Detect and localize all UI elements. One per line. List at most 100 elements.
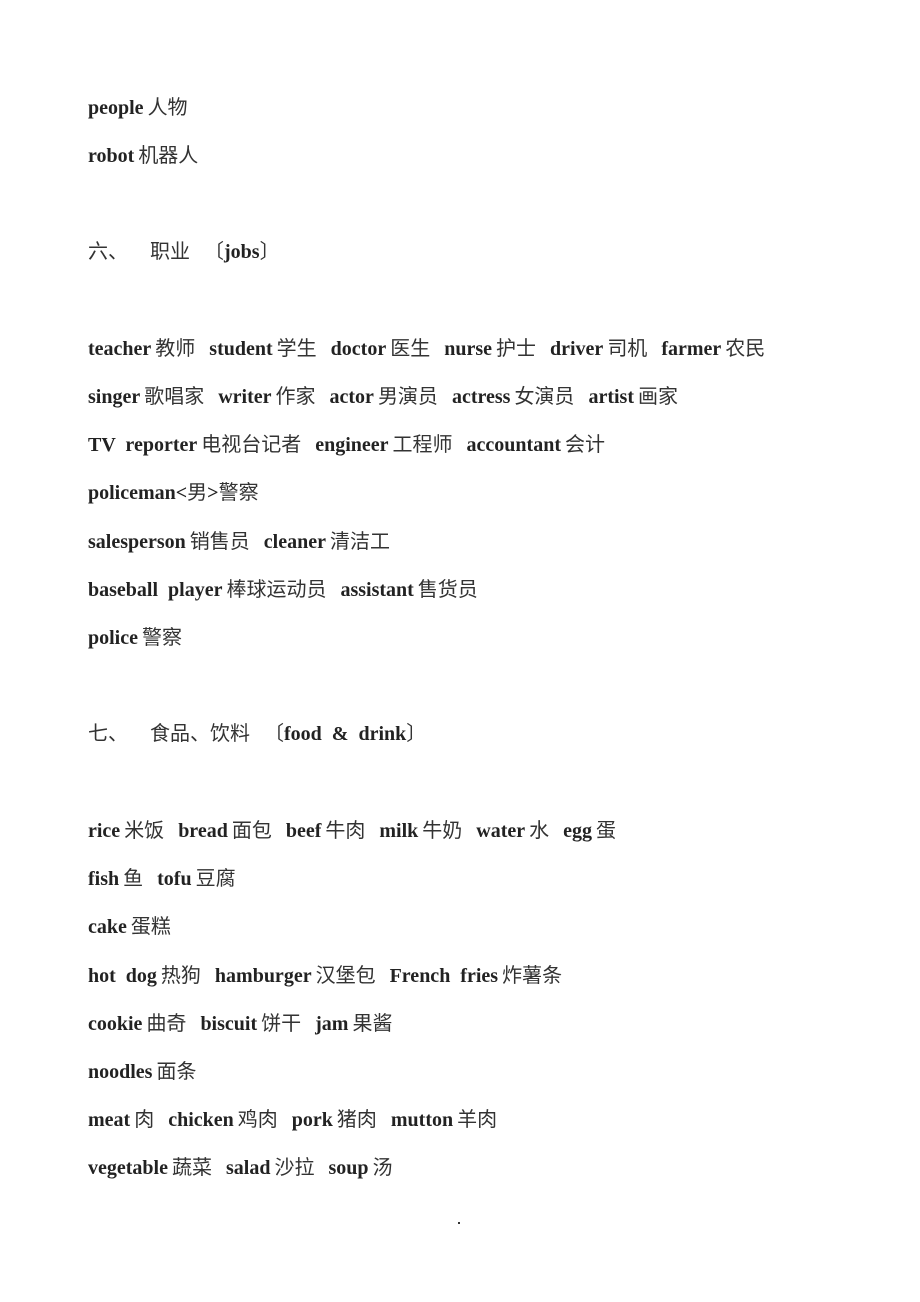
vocab-chinese: 销售员 [189, 531, 250, 553]
vocab-chinese: 电视台记者 [201, 434, 302, 456]
vocab-line: cake 蛋糕 [88, 915, 171, 939]
vocab-chinese: 水 [529, 820, 550, 842]
vocab-chinese: 鱼 [123, 868, 144, 890]
vocab-chinese: 护士 [496, 338, 536, 360]
vocab-chinese: 面包 [231, 820, 272, 842]
open-bracket: 〔 [204, 241, 224, 263]
vocab-chinese: 歌唱家 [144, 386, 205, 408]
vocab-chinese: 牛奶 [422, 820, 463, 842]
vocab-line: meat 肉 chicken 鸡肉 pork 猪肉 mutton 羊肉 [88, 1108, 497, 1132]
vocab-english: soup [328, 1157, 369, 1179]
vocab-chinese: 蔬菜 [171, 1157, 212, 1179]
vocab-chinese: 男演员 [377, 386, 438, 408]
section-title-en: jobs [224, 241, 260, 263]
vocab-english: singer [88, 386, 141, 408]
vocab-chinese: 工程师 [392, 434, 453, 456]
vocab-english: artist [588, 386, 634, 408]
vocab-chinese: 警察 [142, 627, 182, 649]
vocab-english: hamburger [214, 965, 312, 987]
vocab-english: hot dog [88, 965, 157, 987]
vocab-english: beef [285, 820, 322, 842]
vocab-english: writer [218, 386, 272, 408]
section-title-zh: 食品、饮料 [150, 723, 250, 745]
vocab-english: policeman< [88, 482, 188, 504]
vocab-english: nurse [444, 338, 492, 360]
vocab-english: robot [88, 145, 135, 167]
vocab-english: vegetable [88, 1157, 168, 1179]
vocab-line: singer 歌唱家 writer 作家 actor 男演员 actress 女演员 artis… [88, 385, 678, 409]
vocab-line: noodles 面条 [88, 1060, 196, 1084]
vocab-line: robot 机器人 [88, 144, 198, 168]
vocab-english: student [209, 338, 273, 360]
vocab-chinese: 米饭 [124, 820, 165, 842]
vocab-chinese: 蛋糕 [130, 916, 171, 938]
vocab-line: baseball player 棒球运动员 assistant 售货员 [88, 578, 478, 602]
vocab-line: police 警察 [88, 626, 182, 650]
section-heading: 七、 食品、饮料 〔food & drink〕 [88, 722, 426, 746]
vocab-chinese: 男 [187, 482, 208, 504]
vocab-line: vegetable 蔬菜 salad 沙拉 soup 汤 [88, 1156, 392, 1180]
vocab-english: milk [379, 820, 419, 842]
vocab-chinese: 会计 [565, 434, 605, 456]
vocab-english: egg [563, 820, 593, 842]
vocab-chinese: 人物 [147, 97, 188, 119]
vocab-line: policeman<男>警察 [88, 481, 259, 505]
vocab-english: rice [88, 820, 121, 842]
vocab-chinese: 饼干 [261, 1013, 302, 1035]
vocab-english: biscuit [200, 1013, 258, 1035]
vocab-english: police [88, 627, 138, 649]
open-bracket: 〔 [264, 723, 284, 745]
vocab-english: baseball player [88, 579, 223, 601]
vocab-chinese: 曲奇 [146, 1013, 187, 1035]
section-title-zh: 职业 [150, 241, 190, 263]
vocab-english: > [207, 482, 219, 504]
vocab-english: actor [329, 386, 374, 408]
vocab-english: tofu [157, 868, 192, 890]
vocab-english: noodles [88, 1061, 153, 1083]
vocab-line: salesperson 销售员 cleaner 清洁工 [88, 530, 390, 554]
vocab-chinese: 豆腐 [195, 868, 236, 890]
vocab-chinese: 农民 [725, 338, 766, 360]
vocab-english: chicken [168, 1109, 234, 1131]
section-heading: 六、 职业 〔jobs〕 [88, 240, 280, 264]
vocab-english: meat [88, 1109, 131, 1131]
vocab-chinese: 果酱 [352, 1013, 393, 1035]
vocab-chinese: 肉 [134, 1109, 155, 1131]
vocab-english: water [476, 820, 526, 842]
vocab-chinese: 机器人 [138, 145, 199, 167]
vocab-line: rice 米饭 bread 面包 beef 牛肉 milk 牛奶 water 水 egg 蛋 [88, 819, 616, 843]
section-number: 六、 [88, 241, 128, 263]
vocab-chinese: 蛋 [596, 820, 617, 842]
vocab-english: French fries [389, 965, 499, 987]
vocab-line: cookie 曲奇 biscuit 饼干 jam 果酱 [88, 1012, 392, 1036]
vocab-english: doctor [330, 338, 387, 360]
vocab-english: TV reporter [88, 434, 198, 456]
vocab-english: bread [178, 820, 228, 842]
vocab-english: jam [315, 1013, 349, 1035]
vocab-chinese: 沙拉 [274, 1157, 315, 1179]
vocab-chinese: 医生 [390, 338, 431, 360]
vocab-line: teacher 教师 student 学生 doctor 医生 nurse 护士 driver 司… [88, 337, 765, 361]
vocab-line: fish 鱼 tofu 豆腐 [88, 867, 236, 891]
vocab-english: accountant [466, 434, 561, 456]
vocab-english: assistant [340, 579, 414, 601]
page-marker-dot [458, 1222, 460, 1224]
vocab-english: actress [451, 386, 511, 408]
vocab-english: people [88, 97, 144, 119]
vocab-chinese: 棒球运动员 [226, 579, 327, 601]
vocab-english: salesperson [88, 531, 186, 553]
vocab-english: salad [225, 1157, 271, 1179]
vocab-chinese: 清洁工 [329, 531, 390, 553]
vocab-chinese: 汤 [372, 1157, 393, 1179]
vocab-chinese: 热狗 [160, 965, 201, 987]
vocab-chinese: 炸薯条 [502, 965, 563, 987]
vocab-chinese: 羊肉 [457, 1109, 498, 1131]
vocab-english: engineer [315, 434, 389, 456]
vocab-line: people 人物 [88, 96, 188, 120]
vocab-chinese: 警察 [218, 482, 259, 504]
section-title-en: food & drink [284, 723, 407, 745]
vocab-chinese: 牛肉 [325, 820, 366, 842]
vocab-english: pork [291, 1109, 333, 1131]
vocab-english: teacher [88, 338, 152, 360]
vocab-chinese: 司机 [607, 338, 648, 360]
